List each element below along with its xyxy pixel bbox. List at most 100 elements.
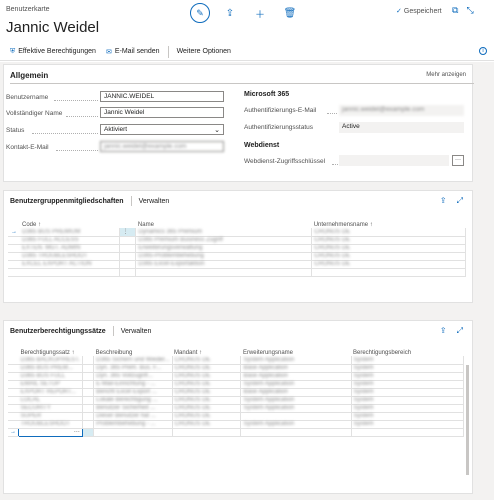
column-header[interactable]: Berechtigungssatz ↑	[19, 345, 83, 356]
table-cell[interactable]: Dyn. 365 Vollzugriff...	[93, 372, 173, 381]
row-menu[interactable]: ⋮	[119, 228, 137, 237]
share-icon[interactable]: ⇪	[440, 196, 447, 206]
part-header: Benutzerberechtigungssätze Verwalten	[10, 326, 151, 336]
column-header[interactable]: Code ↑	[20, 217, 120, 228]
table-cell[interactable]: System Application	[240, 396, 352, 405]
new-button[interactable]: ＋	[250, 3, 270, 23]
edit-button[interactable]: ✎	[190, 3, 210, 23]
table-row[interactable]: D365 BUS PREM... Dyn. 365 Prem. Bus. F...…	[8, 364, 464, 373]
new-row[interactable]: → ···	[8, 427, 464, 437]
fasttab-title[interactable]: Allgemein	[10, 71, 48, 80]
column-header[interactable]: Mandant ↑	[172, 345, 241, 356]
table-cell[interactable]: Dieser Benutzer hat ...	[93, 412, 173, 421]
webservice-key-label: Webdienst-Zugriffsschlüssel	[244, 158, 326, 165]
saved-status: ✓ Gespeichert	[396, 7, 442, 15]
info-icon[interactable]: i	[479, 47, 487, 55]
table-cell[interactable]: CRONUS DE	[172, 356, 242, 365]
table-cell[interactable]: System	[351, 380, 464, 389]
new-permission-set-input[interactable]: ···	[18, 427, 83, 437]
table-cell[interactable]: CRONUS DE	[172, 380, 242, 389]
table-cell[interactable]: System	[351, 356, 464, 365]
table-cell[interactable]: System	[351, 420, 464, 429]
table-row[interactable]: EXCEL EXPORT ACTION D365 Excel-Exportakti…	[8, 260, 466, 269]
table-row[interactable]: D365 BACKUP/REST. D365 Sichern und Wieder…	[8, 356, 464, 365]
table-cell[interactable]: TROUBLESHOOT	[18, 420, 83, 429]
manage-menu[interactable]: Verwalten	[139, 198, 170, 205]
table-row[interactable]: D365 FULL ACCESS D365 Premium Business Zu…	[8, 236, 466, 245]
table-cell[interactable]: Dyn. 365 Prem. Bus. F...	[93, 364, 173, 373]
table-cell[interactable]: D365 BACKUP/REST.	[18, 356, 83, 365]
share-button[interactable]: ⇪	[220, 3, 240, 23]
table-cell[interactable]: E-Mail-Einrichtung - ...	[93, 380, 173, 389]
table-cell[interactable]: System Application	[240, 404, 352, 413]
table-row[interactable]	[8, 268, 466, 277]
table-cell[interactable]: CRONUS DE	[172, 396, 242, 405]
table-cell[interactable]: CRONUS DE	[172, 404, 242, 413]
table-cell[interactable]: System Application	[240, 380, 352, 389]
table-cell[interactable]: System	[351, 404, 464, 413]
table-row[interactable]: SUPER Dieser Benutzer hat ... CRONUS DE Sys…	[8, 412, 464, 421]
table-cell[interactable]: System	[351, 364, 464, 373]
contact-email-field[interactable]: jannic.weidel@example.com	[100, 141, 224, 152]
table-cell[interactable]	[240, 412, 352, 421]
table-cell[interactable]: Base Application	[240, 372, 352, 381]
assist-edit-button[interactable]: ···	[452, 155, 464, 166]
table-cell[interactable]: CRONUS DE	[172, 372, 242, 381]
table-cell[interactable]: D365 BUS FULL	[18, 372, 83, 381]
table-cell[interactable]: Base Application	[240, 364, 352, 373]
table-cell[interactable]: System	[351, 372, 464, 381]
show-more-link[interactable]: Mehr anzeigen	[426, 72, 466, 78]
table-cell[interactable]: CRONUS DE	[172, 412, 242, 421]
column-header[interactable]: Name	[136, 217, 312, 228]
divider	[167, 45, 169, 58]
table-row[interactable]: TROUBLESHOOT Problembehebung - ... CRONUS …	[8, 420, 464, 429]
manage-menu[interactable]: Verwalten	[121, 328, 152, 335]
table-cell[interactable]: SECURITY	[18, 404, 83, 413]
table-cell[interactable]: LOCAL	[18, 396, 83, 405]
table-cell[interactable]: EMAIL SETUP	[18, 380, 83, 389]
open-new-window-icon[interactable]: ⧉	[452, 5, 458, 16]
table-cell[interactable]: CRONUS DE	[172, 388, 242, 397]
table-row[interactable]: EXTEN. MGT. ADMIN Erweiterungsverwaltung C…	[8, 244, 466, 253]
table-cell[interactable]: Benutzer Sicherheit ...	[93, 404, 173, 413]
table-cell[interactable]: CRONUS DE	[172, 364, 242, 373]
table-cell[interactable]: Problembehebung - ...	[93, 420, 173, 429]
table-cell[interactable]: System	[351, 412, 464, 421]
table-cell[interactable]: Lokale Berechtigung ...	[93, 396, 173, 405]
send-email-action[interactable]: ✉ E-Mail senden	[101, 45, 165, 59]
table-cell[interactable]: Base Application	[240, 388, 352, 397]
breadcrumb[interactable]: Benutzerkarte	[6, 6, 50, 13]
scrollbar[interactable]	[466, 365, 469, 475]
column-header[interactable]: Beschreibung	[94, 345, 172, 356]
effective-permissions-action[interactable]: ⛨ Effektive Berechtigungen	[5, 45, 101, 59]
table-cell[interactable]: D365 BUS PREM...	[18, 364, 83, 373]
table-row[interactable]: D365 TROUBLESHOOT D365-Problembehebung CRO…	[8, 252, 466, 261]
expand-icon[interactable]: ⤢	[457, 196, 463, 206]
table-cell[interactable]: System Application	[240, 420, 352, 429]
expand-icon[interactable]: ⤢	[457, 326, 463, 336]
column-header[interactable]: Erweiterungsname	[241, 345, 351, 356]
delete-button[interactable]: 🗑	[280, 3, 300, 23]
username-field[interactable]: JANNIC.WEIDEL	[100, 91, 224, 102]
share-icon[interactable]: ⇪	[440, 326, 447, 336]
table-row[interactable]: LOCAL Lokale Berechtigung ... CRONUS DE Sys…	[8, 396, 464, 405]
table-cell[interactable]: System	[351, 388, 464, 397]
collapse-icon[interactable]: ⤡	[466, 5, 473, 16]
table-row[interactable]: → D365 BUS PREMIUM ⋮ Dynamics 365 Premium CR…	[8, 228, 466, 237]
fullname-field[interactable]: Jannic Weidel	[100, 107, 224, 118]
table-row[interactable]: EXPORT REPORT... Bericht Excel Export ...…	[8, 388, 464, 397]
column-header[interactable]: Unternehmensname ↑	[312, 217, 466, 228]
table-row[interactable]: D365 BUS FULL Dyn. 365 Vollzugriff... CRON…	[8, 372, 464, 381]
table-cell[interactable]: System Application	[240, 356, 352, 365]
more-options-action[interactable]: Weitere Optionen	[172, 45, 236, 59]
status-select[interactable]: Aktiviert ⌄	[100, 124, 224, 135]
table-cell[interactable]: EXPORT REPORT...	[18, 388, 83, 397]
table-cell[interactable]: System	[351, 396, 464, 405]
column-header[interactable]: Berechtigungsbereich	[351, 345, 464, 356]
table-cell[interactable]: Bericht Excel Export ...	[93, 388, 173, 397]
table-cell[interactable]: CRONUS DE	[172, 420, 242, 429]
table-row[interactable]: EMAIL SETUP E-Mail-Einrichtung - ... CRONU…	[8, 380, 464, 389]
table-cell[interactable]: D365 Sichern und Wieder...	[93, 356, 173, 365]
table-cell[interactable]: SUPER	[18, 412, 83, 421]
table-row[interactable]: SECURITY Benutzer Sicherheit ... CRONUS DE…	[8, 404, 464, 413]
